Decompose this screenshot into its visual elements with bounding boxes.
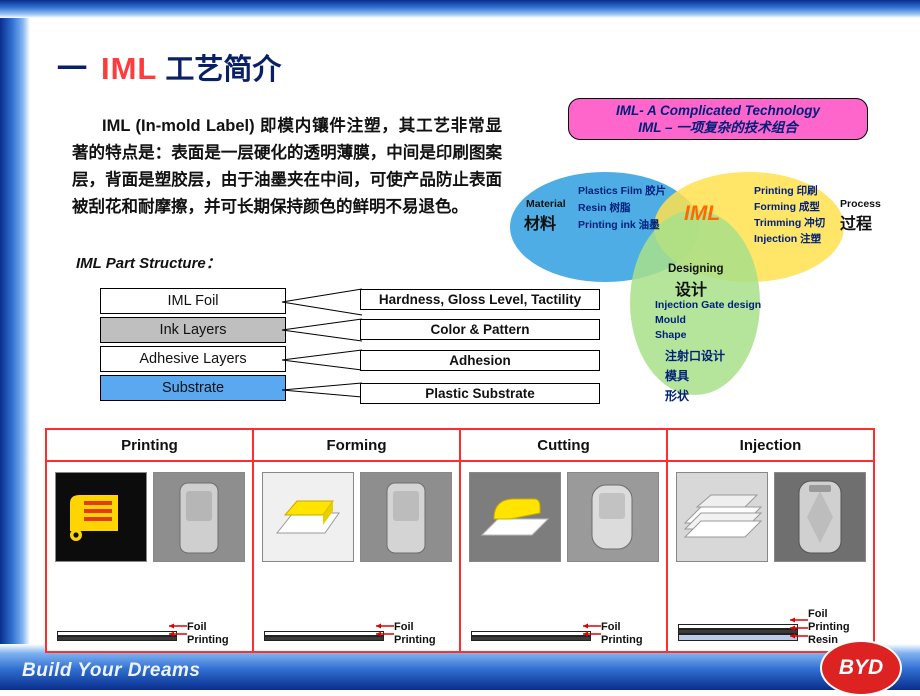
forming-section-arrows — [376, 623, 394, 637]
venn-label-process-cn: 过程 — [840, 216, 873, 233]
left-gradient-band — [0, 0, 30, 690]
venn-design-items-en: Injection Gate design Mould Shape — [655, 298, 761, 343]
venn-label-process-en: Process — [840, 198, 881, 210]
layer-iml-foil: IML Foil — [100, 288, 286, 314]
forming-caption-printing: Printing — [394, 634, 436, 646]
printing-caption-foil: Foil — [187, 621, 207, 633]
process-table-body: Foil Printing Foil Printing Foil Printin… — [47, 462, 873, 651]
venn-material-items: Plastics Film 胶片 Resin 树脂 Printing ink 油… — [578, 183, 666, 234]
process-table-header-cutting: Cutting — [461, 430, 668, 462]
cutting-caption-printing: Printing — [601, 634, 643, 646]
process-table-cell-injection: Foil Printing Resin — [668, 462, 873, 651]
byd-logo: BYD — [820, 640, 902, 696]
venn-design-item-cn-2: 形状 — [665, 389, 690, 403]
forming-caption-foil: Foil — [394, 621, 414, 633]
venn-design-item-en-1: Mould — [655, 314, 686, 326]
venn-design-item-en-2: Shape — [655, 329, 687, 341]
cutting-photo-part — [566, 472, 659, 562]
injection-section-diagram — [678, 624, 798, 641]
cutting-section-labels: Foil Printing — [601, 621, 643, 647]
venn-process-items: Printing 印刷 Forming 成型 Trimming 冲切 Injec… — [754, 183, 825, 247]
process-table: Printing Forming Cutting Injection Foil … — [45, 428, 875, 653]
printing-section-arrows — [169, 623, 187, 637]
forming-section-labels: Foil Printing — [394, 621, 436, 647]
venn-material-item-2: Printing ink 油墨 — [578, 219, 660, 231]
forming-photos — [254, 462, 459, 562]
venn-label-material-cn: 材料 — [524, 216, 557, 233]
injection-caption-printing: Printing — [808, 621, 850, 633]
top-gradient-band — [0, 0, 920, 18]
intro-paragraph: IML (In-mold Label) 即模内镶件注塑，其工艺非常显著的特点是：… — [72, 113, 502, 221]
forming-photo-foil — [261, 472, 354, 562]
venn-design-item-cn-1: 模具 — [665, 369, 690, 383]
venn-process-item-2: Trimming 冲切 — [754, 217, 826, 229]
process-table-header: Printing Forming Cutting Injection — [47, 430, 873, 462]
printing-photo-foil — [54, 472, 147, 562]
slide: 一 IML 工艺简介 IML (In-mold Label) 即模内镶件注塑，其… — [0, 0, 920, 696]
process-table-header-forming: Forming — [254, 430, 461, 462]
printing-caption-printing: Printing — [187, 634, 229, 646]
page-title: 一 IML 工艺简介 — [57, 44, 281, 88]
injection-photo-part — [773, 472, 866, 562]
cutting-section-diagram — [471, 631, 591, 641]
venn-label-material-en: Material — [526, 198, 566, 210]
venn-design-item-en-0: Injection Gate design — [655, 299, 762, 311]
injection-section-arrows — [790, 617, 808, 639]
process-table-cell-cutting: Foil Printing — [461, 462, 668, 651]
cutting-photo-foil — [468, 472, 561, 562]
title-iml: IML — [101, 51, 158, 86]
injection-photo-mould — [675, 472, 768, 562]
venn-design-item-cn-0: 注射口设计 — [665, 349, 726, 363]
venn-process-item-1: Forming 成型 — [754, 201, 820, 213]
injection-caption-foil: Foil — [808, 608, 828, 620]
title-number: 一 — [57, 53, 87, 86]
process-table-cell-printing: Foil Printing — [47, 462, 254, 651]
process-table-header-injection: Injection — [668, 430, 873, 462]
venn-diagram: Material 材料 Process 过程 Plastics Film 胶片 … — [510, 150, 910, 410]
venn-design-items-cn: 注射口设计 模具 形状 — [665, 346, 725, 406]
cutting-caption-foil: Foil — [601, 621, 621, 633]
layer-substrate: Substrate — [100, 375, 286, 401]
venn-center-label: IML — [684, 202, 721, 225]
layer-ink-layers: Ink Layers — [100, 317, 286, 343]
footer-tagline: Build Your Dreams — [22, 660, 201, 681]
venn-process-item-3: Injection 注塑 — [754, 233, 822, 245]
injection-section-labels: Foil Printing Resin — [808, 608, 850, 647]
injection-photos — [668, 462, 873, 562]
title-chinese: 工艺简介 — [165, 54, 282, 86]
venn-material-item-0: Plastics Film 胶片 — [578, 185, 667, 197]
venn-label-design-cn: 设计 — [675, 282, 708, 299]
printing-section-labels: Foil Printing — [187, 621, 229, 647]
forming-photo-part — [359, 472, 452, 562]
venn-label-design-en: Designing — [668, 263, 724, 275]
venn-material-item-1: Resin 树脂 — [578, 202, 631, 214]
forming-section-diagram — [264, 631, 384, 641]
printing-section-diagram — [57, 631, 177, 641]
layer-adhesive-layers: Adhesive Layers — [100, 346, 286, 372]
layer-stack: IML Foil Ink Layers Adhesive Layers Subs… — [100, 288, 286, 404]
printing-photos — [47, 462, 252, 562]
printing-photo-part — [152, 472, 245, 562]
structure-label: IML Part Structure： — [76, 255, 221, 272]
process-table-header-printing: Printing — [47, 430, 254, 462]
venn-process-item-0: Printing 印刷 — [754, 185, 818, 197]
intro-paragraph-text: IML (In-mold Label) 即模内镶件注塑，其工艺非常显著的特点是：… — [72, 117, 502, 216]
venn-header-line2: IML – 一项复杂的技术组合 — [638, 120, 798, 135]
venn-header-line1: IML- A Complicated Technology — [615, 103, 820, 118]
venn-header-box: IML- A Complicated Technology IML – 一项复杂… — [568, 98, 868, 140]
process-table-cell-forming: Foil Printing — [254, 462, 461, 651]
cutting-photos — [461, 462, 666, 562]
cutting-section-arrows — [583, 623, 601, 637]
